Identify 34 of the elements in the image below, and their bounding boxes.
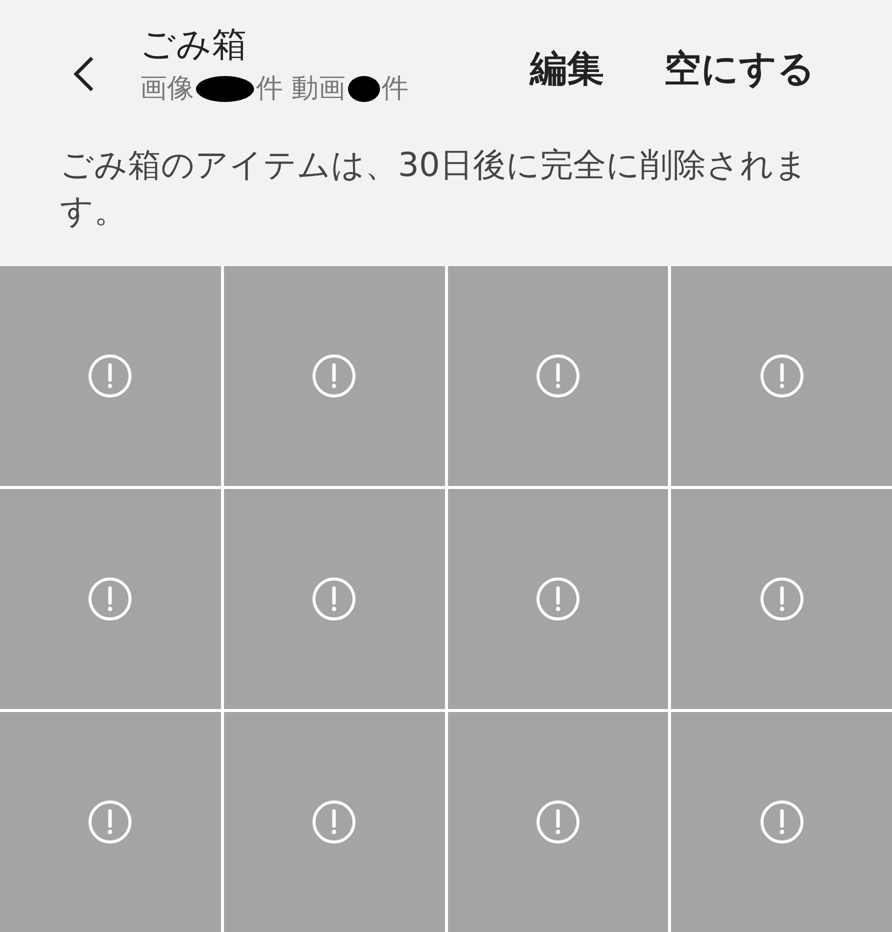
item-count-text: 件 動画 <box>256 72 346 106</box>
thumbnail-tile[interactable] <box>0 712 221 932</box>
alert-icon <box>760 577 804 621</box>
thumbnail-tile[interactable] <box>224 712 444 932</box>
thumbnail-tile[interactable] <box>0 489 221 709</box>
alert-icon <box>760 800 804 844</box>
alert-icon <box>312 354 356 398</box>
thumbnail-tile[interactable] <box>671 489 892 709</box>
thumbnail-tile[interactable] <box>224 489 444 709</box>
alert-icon <box>536 354 580 398</box>
alert-icon <box>760 354 804 398</box>
alert-icon <box>536 577 580 621</box>
item-count-text: 画像 <box>140 72 194 106</box>
screen-title: ごみ箱 <box>140 24 248 67</box>
back-icon <box>72 54 96 94</box>
redaction-icon <box>348 76 380 102</box>
alert-icon <box>88 354 132 398</box>
alert-icon <box>536 800 580 844</box>
thumbnail-tile[interactable] <box>671 712 892 932</box>
thumbnail-tile[interactable] <box>224 266 444 486</box>
alert-icon <box>88 800 132 844</box>
item-count-text: 件 <box>382 72 409 106</box>
edit-button[interactable]: 編集 <box>530 44 604 94</box>
alert-icon <box>88 577 132 621</box>
thumbnail-tile[interactable] <box>448 266 668 486</box>
redaction-icon <box>196 76 254 102</box>
thumbnail-tile[interactable] <box>448 712 668 932</box>
thumbnail-tile[interactable] <box>0 266 221 486</box>
alert-icon <box>312 800 356 844</box>
empty-trash-button[interactable]: 空にする <box>664 44 815 94</box>
notice-text: ごみ箱のアイテムは、30日後に完全に削除されます。 <box>60 144 809 232</box>
alert-icon <box>312 577 356 621</box>
thumbnail-tile[interactable] <box>671 266 892 486</box>
thumbnail-tile[interactable] <box>448 489 668 709</box>
